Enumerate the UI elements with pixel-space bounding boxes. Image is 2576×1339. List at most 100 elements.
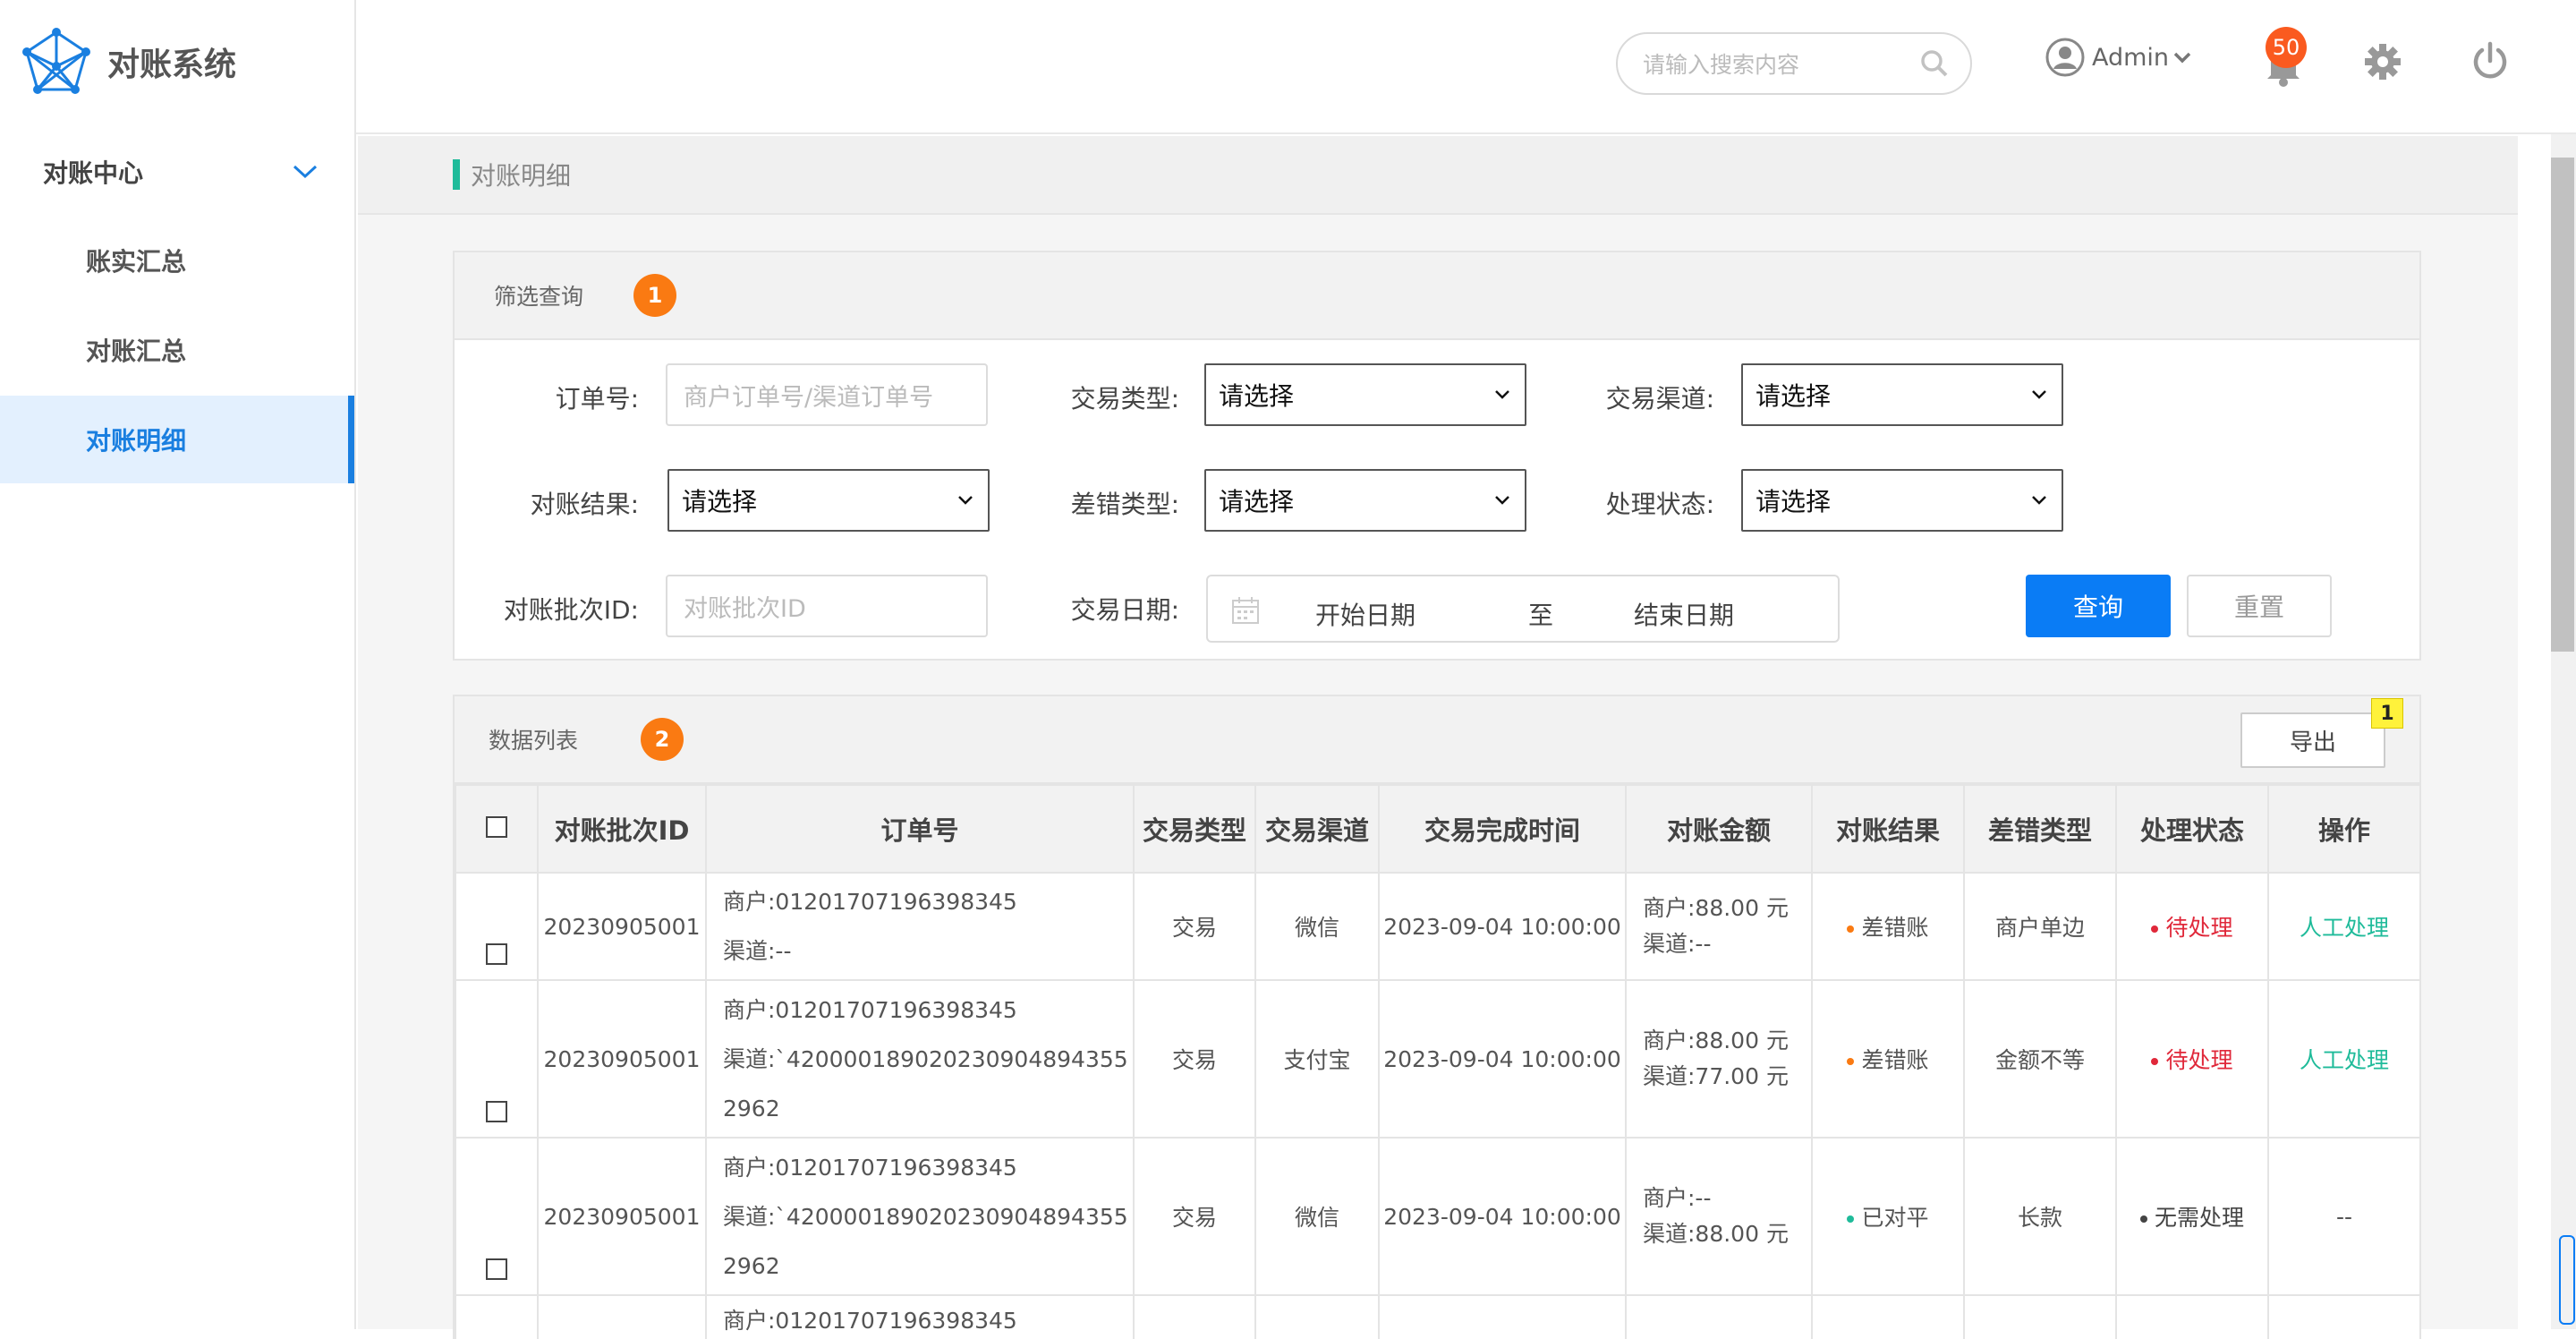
trade-type-cell: 交易 xyxy=(1133,979,1256,1139)
batch-input[interactable]: 对账批次ID xyxy=(666,575,988,637)
data-list-title: 数据列表 xyxy=(489,728,579,754)
channel-label: 交易渠道: xyxy=(1605,384,1714,414)
row-select-cell[interactable] xyxy=(455,1294,539,1339)
batch-cell: 20230905001 xyxy=(537,979,707,1139)
result-dot xyxy=(1847,1058,1855,1065)
row-checkbox[interactable] xyxy=(486,1258,507,1280)
batch-placeholder: 对账批次ID xyxy=(684,594,806,623)
order-cell: 商户:01201707196398345 渠道:`420000189020230… xyxy=(705,1137,1135,1296)
gear-icon[interactable] xyxy=(2364,43,2402,81)
scroll-bottom-indicator[interactable] xyxy=(2559,1235,2575,1325)
user-menu[interactable]: Admin xyxy=(2045,38,2192,77)
sidebar-item-account-summary[interactable]: 账实汇总 xyxy=(0,217,354,304)
time-cell: 2023-09-04 10:00:00 xyxy=(1378,1137,1627,1296)
amount-channel: 渠道:-- xyxy=(1643,931,1712,957)
date-range-picker[interactable]: 开始日期 至 结束日期 xyxy=(1206,575,1840,643)
select-all-cell[interactable] xyxy=(455,784,539,874)
merchant-order: 商户:01201707196398345 xyxy=(723,1308,1017,1334)
app-logo[interactable]: 对账系统 xyxy=(20,25,236,98)
search-placeholder: 请输入搜索内容 xyxy=(1643,52,1800,78)
select-all-checkbox[interactable] xyxy=(486,816,507,838)
trade-type-select[interactable]: 请选择 xyxy=(1204,363,1526,426)
row-select-cell[interactable] xyxy=(455,872,539,981)
status-select[interactable]: 请选择 xyxy=(1741,469,2063,532)
error-type-cell: 金额不等 xyxy=(1963,979,2117,1139)
status-dot xyxy=(2151,925,2159,933)
export-button[interactable]: 导出 1 xyxy=(2240,698,2403,768)
order-label: 订单号: xyxy=(555,384,639,414)
amount-cell: 商户:-- 渠道:88.00 元 xyxy=(1625,1137,1813,1296)
order-input[interactable]: 商户订单号/渠道订单号 xyxy=(666,363,988,426)
app-title: 对账系统 xyxy=(107,47,237,83)
col-header-status: 处理状态 xyxy=(2115,784,2269,874)
row-checkbox[interactable] xyxy=(486,1101,507,1122)
time-cell: 2023-09-04 10:00:00 xyxy=(1378,872,1627,981)
query-button[interactable]: 查询 xyxy=(2026,575,2171,637)
col-header-order: 订单号 xyxy=(705,784,1135,874)
chevron-down-icon xyxy=(1495,496,1509,505)
search-icon[interactable] xyxy=(1920,49,1949,78)
order-placeholder: 商户订单号/渠道订单号 xyxy=(684,383,934,412)
amount-merchant: 商户:88.00 元 xyxy=(1643,895,1789,921)
result-text: 差错账 xyxy=(1861,915,1929,941)
channel-cell: 微信 xyxy=(1254,1137,1380,1296)
chevron-down-icon xyxy=(293,165,318,179)
col-header-time: 交易完成时间 xyxy=(1378,784,1627,874)
error-type-select[interactable]: 请选择 xyxy=(1204,469,1526,532)
table-header-row: 对账批次ID 订单号 交易类型 交易渠道 交易完成时间 对账金额 对账结果 差错… xyxy=(455,784,2419,874)
chevron-down-icon xyxy=(2173,52,2191,64)
status-text: 待处理 xyxy=(2165,1047,2233,1073)
chevron-down-icon xyxy=(958,496,973,505)
batch-cell xyxy=(537,1294,707,1339)
row-select-cell[interactable] xyxy=(455,1137,539,1296)
search-input[interactable]: 请输入搜索内容 xyxy=(1616,32,1972,95)
result-dot xyxy=(1847,925,1855,933)
nav-group-reconciliation[interactable]: 对账中心 xyxy=(0,143,354,200)
status-value: 请选择 xyxy=(1756,487,1832,516)
result-text: 已对平 xyxy=(1861,1205,1929,1231)
merchant-order: 商户:01201707196398345 xyxy=(723,889,1017,915)
power-icon[interactable] xyxy=(2471,41,2509,81)
channel-cell xyxy=(1254,1294,1380,1339)
manual-process-link[interactable]: 人工处理 xyxy=(2267,872,2419,981)
amount-cell: 商户:88.00 元 渠道:-- xyxy=(1625,872,1813,981)
chevron-down-icon xyxy=(2032,496,2046,505)
status-cell: 无需处理 xyxy=(2115,1137,2269,1296)
col-header-amount: 对账金额 xyxy=(1625,784,1813,874)
table-row: 商户:01201707196398345 xyxy=(455,1294,2419,1339)
filter-panel-header: 筛选查询 1 xyxy=(455,252,2419,340)
row-select-cell[interactable] xyxy=(455,979,539,1139)
amount-cell: 商户:88.00 元 渠道:77.00 元 xyxy=(1625,979,1813,1139)
date-end[interactable]: 结束日期 xyxy=(1634,596,1734,632)
channel-select[interactable]: 请选择 xyxy=(1741,363,2063,426)
col-header-result: 对账结果 xyxy=(1811,784,1965,874)
merchant-order: 商户:01201707196398345 xyxy=(723,996,1017,1023)
date-start[interactable]: 开始日期 xyxy=(1315,596,1416,632)
page-title: 对账明细 xyxy=(471,161,572,191)
trade-type-cell: 交易 xyxy=(1133,1137,1256,1296)
result-select[interactable]: 请选择 xyxy=(667,469,990,532)
sidebar-item-reconcile-detail[interactable]: 对账明细 xyxy=(0,396,354,483)
trade-type-label: 交易类型: xyxy=(1070,384,1179,414)
channel-cell: 微信 xyxy=(1254,872,1380,981)
top-header: 请输入搜索内容 Admin 50 xyxy=(356,0,2576,134)
manual-process-link[interactable]: 人工处理 xyxy=(2267,979,2419,1139)
sidebar-item-reconcile-summary[interactable]: 对账汇总 xyxy=(0,306,354,394)
main-content: 对账明细 筛选查询 1 订单号: 商户订单号/渠道订单号 交易类型: 请选择 交… xyxy=(358,136,2518,1339)
title-accent xyxy=(453,159,460,190)
batch-cell: 20230905001 xyxy=(537,872,707,981)
chevron-down-icon xyxy=(2032,390,2046,399)
time-cell: 2023-09-04 10:00:00 xyxy=(1378,979,1627,1139)
status-text: 无需处理 xyxy=(2154,1205,2244,1231)
status-cell: 待处理 xyxy=(2115,872,2269,981)
result-dot xyxy=(1847,1215,1855,1223)
reset-button[interactable]: 重置 xyxy=(2187,575,2332,637)
step-badge-2: 2 xyxy=(641,718,684,761)
page-scrollbar-thumb[interactable] xyxy=(2551,158,2574,652)
error-type-cell: 长款 xyxy=(1963,1137,2117,1296)
channel-order: 渠道:-- xyxy=(723,938,792,964)
trade-type-cell xyxy=(1133,1294,1256,1339)
table-row: 20230905001 商户:01201707196398345 渠道:`420… xyxy=(455,979,2419,1139)
row-checkbox[interactable] xyxy=(486,943,507,965)
error-type-label: 差错类型: xyxy=(1070,490,1179,519)
